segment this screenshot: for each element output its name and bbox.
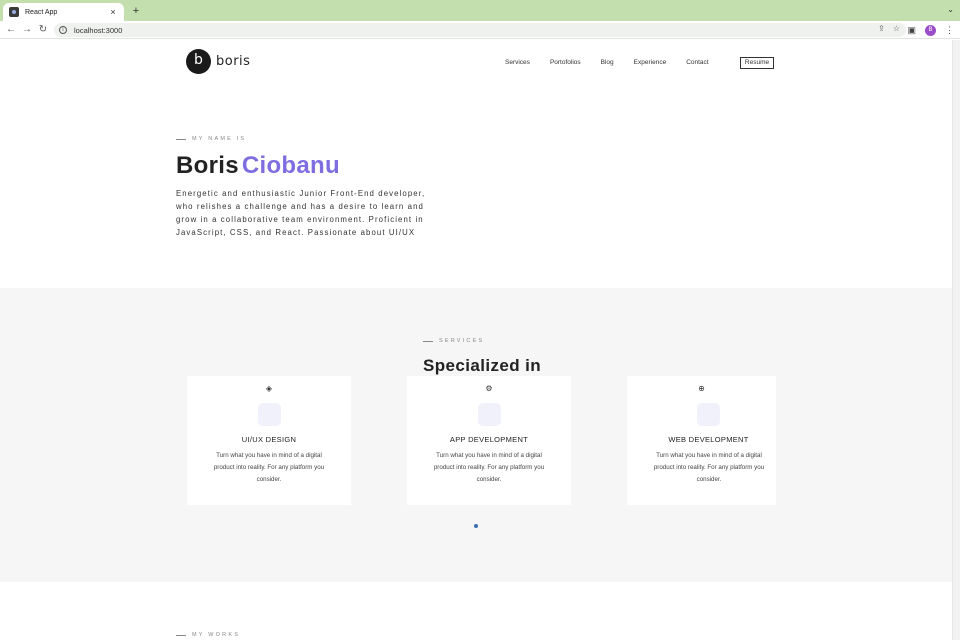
browser-menu-icon[interactable]: ⋮: [945, 24, 954, 36]
page-scrollbar[interactable]: [952, 40, 960, 640]
card-icon-tile: [258, 403, 281, 426]
profile-avatar[interactable]: B: [925, 24, 936, 36]
browser-tab[interactable]: React App ×: [3, 3, 124, 21]
globe-icon: ⊕: [698, 384, 705, 393]
url-text[interactable]: localhost:3000: [74, 26, 122, 35]
back-arrow-icon[interactable]: ←: [5, 24, 17, 36]
tab-search-chevron-icon[interactable]: ⌄: [947, 5, 954, 14]
diamond-icon: ◈: [265, 384, 273, 393]
hero-first-name: Boris: [176, 152, 239, 179]
service-card-app: ⚙ APP DEVELOPMENT Turn what you have in …: [407, 376, 571, 505]
reload-icon[interactable]: ↻: [37, 24, 49, 36]
services-section: SERVICES Specialized in ◈ UI/UX DESIGN T…: [0, 288, 952, 582]
services-eyebrow-text: SERVICES: [439, 338, 485, 344]
service-card-web: ⊕ WEB DEVELOPMENT Turn what you have in …: [627, 376, 776, 505]
works-eyebrow: MY WORKS: [176, 632, 240, 638]
eyebrow-divider: [176, 634, 186, 636]
site-logo[interactable]: b boris: [186, 49, 250, 74]
page-viewport: b boris Services Portofolios Blog Experi…: [0, 40, 952, 640]
carousel-dot[interactable]: [474, 524, 478, 528]
side-panel-icon[interactable]: ▣: [907, 24, 916, 36]
share-icon[interactable]: ⇪: [878, 24, 885, 33]
hero-description: Energetic and enthusiastic Junior Front-…: [176, 189, 426, 237]
card-title: APP DEVELOPMENT: [449, 435, 529, 444]
card-title: UI/UX DESIGN: [241, 435, 297, 444]
forward-arrow-icon[interactable]: →: [21, 24, 33, 36]
card-text: Turn what you have in mind of a digital …: [653, 452, 765, 483]
hero-eyebrow-text: MY NAME IS: [192, 136, 247, 142]
logo-wordmark: boris: [216, 54, 251, 69]
tab-close-icon[interactable]: ×: [108, 7, 118, 17]
new-tab-icon[interactable]: +: [130, 4, 142, 18]
nav-link-services[interactable]: Services: [505, 59, 530, 66]
card-text: Turn what you have in mind of a digital …: [433, 452, 545, 483]
hero-last-name: Ciobanu: [241, 152, 340, 179]
hero-name: Boris Ciobanu: [176, 152, 340, 180]
nav-link-contact[interactable]: Contact: [686, 59, 708, 66]
logo-mark: b: [186, 49, 211, 74]
hero-eyebrow: MY NAME IS: [176, 136, 246, 142]
nav-link-portfolios[interactable]: Portofolios: [550, 59, 581, 66]
main-nav: Services Portofolios Blog Experience Con…: [505, 59, 709, 66]
card-icon-tile: [478, 403, 501, 426]
eyebrow-divider: [176, 138, 186, 140]
browser-toolbar: ← → ↻ i localhost:3000 ⇪ ☆ ▣ B ⋮: [0, 21, 960, 39]
resume-button[interactable]: Resume: [740, 57, 774, 69]
nav-link-blog[interactable]: Blog: [601, 59, 614, 66]
browser-tab-strip: React App × + ⌄: [0, 0, 960, 21]
services-eyebrow: SERVICES: [423, 338, 484, 344]
address-bar[interactable]: i localhost:3000 ⇪ ☆: [54, 23, 906, 37]
works-eyebrow-text: MY WORKS: [192, 632, 241, 638]
tab-title: React App: [25, 8, 58, 16]
card-text: Turn what you have in mind of a digital …: [213, 452, 325, 483]
bookmark-star-icon[interactable]: ☆: [893, 24, 900, 33]
eyebrow-divider: [423, 340, 433, 342]
card-title: WEB DEVELOPMENT: [668, 435, 749, 444]
react-favicon-icon: [9, 7, 19, 17]
card-icon-tile: [697, 403, 720, 426]
gear-icon: ⚙: [485, 384, 493, 393]
site-info-icon[interactable]: i: [59, 26, 67, 34]
nav-link-experience[interactable]: Experience: [634, 59, 667, 66]
services-title: Specialized in: [423, 356, 542, 375]
service-card-uiux: ◈ UI/UX DESIGN Turn what you have in min…: [187, 376, 351, 505]
